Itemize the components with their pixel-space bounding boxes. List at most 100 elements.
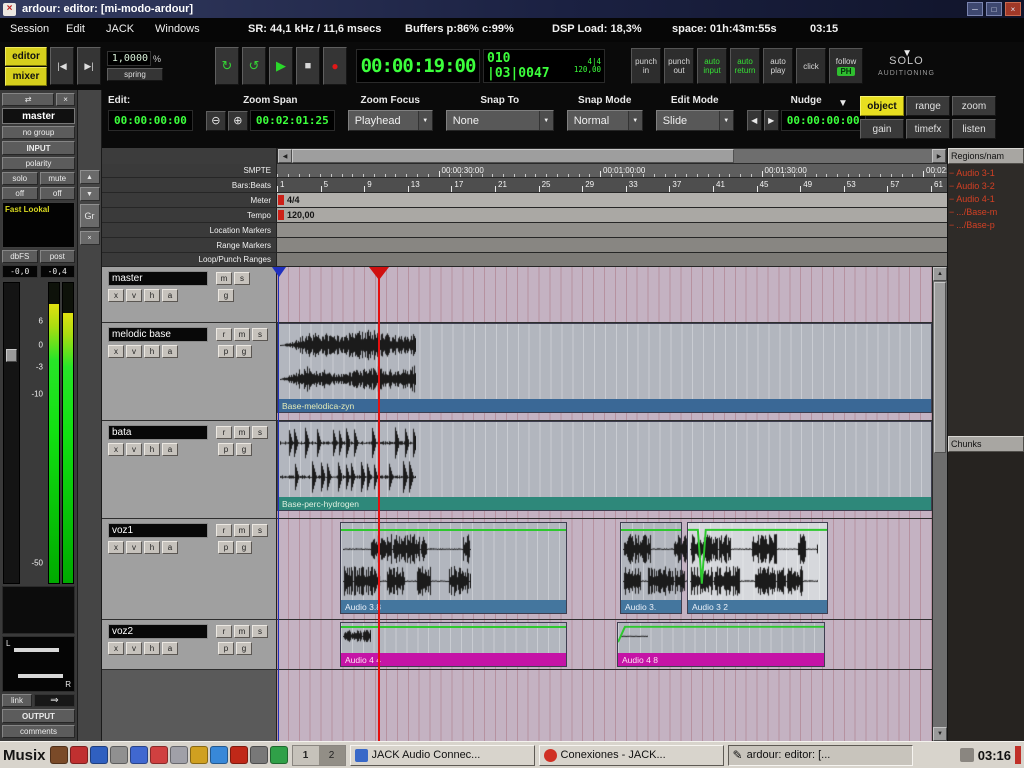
region-base-melodica-zyn[interactable]: Base-melodica-zyn <box>277 323 932 413</box>
track-voz2-rec-button[interactable]: r <box>216 625 232 638</box>
loop-button[interactable]: ↻ <box>215 47 239 85</box>
gain-fader-handle[interactable] <box>6 349 17 362</box>
tray-icon-8[interactable] <box>189 746 208 764</box>
track-master-h-button[interactable]: h <box>144 289 160 302</box>
track-voz2-h-button[interactable]: h <box>144 642 160 655</box>
track-voz1-v-button[interactable]: v <box>126 541 142 554</box>
strip-group-button[interactable]: no group <box>2 126 75 139</box>
loop-punch-label-cell[interactable]: Loop/Punch Ranges <box>102 253 277 266</box>
vscroll-handle[interactable] <box>934 282 946 453</box>
menu-windows[interactable]: Windows <box>155 23 200 35</box>
follow-playhead-button[interactable]: follow PH <box>829 48 863 84</box>
track-bata-canvas[interactable]: Base-perc-hydrogen <box>277 421 932 518</box>
pan-position-bar-right[interactable] <box>18 674 63 678</box>
gain-automation-line[interactable] <box>621 529 681 531</box>
zoom-focus-dropdown[interactable]: Playhead ▼ <box>347 110 433 131</box>
hscroll-left-button[interactable]: ◀ <box>278 149 292 163</box>
tray-icon-2[interactable] <box>69 746 88 764</box>
peak-display[interactable]: -0,4 <box>39 265 75 278</box>
minimize-button[interactable]: ─ <box>967 2 983 16</box>
vertical-scrollbar[interactable]: ▲ ▼ <box>932 267 947 741</box>
tray-icon-11[interactable] <box>249 746 268 764</box>
timefx-tool-button[interactable]: timefx <box>906 119 950 139</box>
toolbar-overflow-chevron-icon[interactable]: ▼ <box>838 98 848 109</box>
region-list-item[interactable]: − .../Base-m <box>949 205 1023 218</box>
horizontal-scrollbar[interactable]: ◀ ▶ <box>277 148 947 164</box>
region-audio-3-8[interactable]: Audio 3.8 <box>340 522 567 614</box>
gain-automation-line[interactable] <box>341 529 566 531</box>
track-melodic-g-button[interactable]: g <box>236 345 252 358</box>
track-master-x-button[interactable]: x <box>108 289 124 302</box>
track-master-solo-button[interactable]: s <box>234 272 250 285</box>
group-close-button[interactable]: × <box>79 231 100 245</box>
region-base-perc-hydrogen[interactable]: Base-perc-hydrogen <box>277 421 932 511</box>
mouse-mode-object-button[interactable]: object <box>860 96 904 116</box>
track-bata-x-button[interactable]: x <box>108 443 124 456</box>
chunks-panel-header[interactable]: Chunks <box>948 436 1024 452</box>
editor-view-button[interactable]: editor <box>5 46 47 66</box>
strip-polarity-button[interactable]: polarity <box>2 157 75 170</box>
listen-tool-button[interactable]: listen <box>952 119 996 139</box>
region-label-bar[interactable]: Base-melodica-zyn <box>278 399 931 412</box>
goto-end-button[interactable]: ▶| <box>77 47 101 85</box>
pan-position-bar-left[interactable] <box>14 648 59 652</box>
loop-punch-ruler[interactable] <box>277 253 947 266</box>
region-list-item[interactable]: − .../Base-p <box>949 218 1023 231</box>
shuttle-speed-display[interactable]: 1,0000 <box>107 51 151 66</box>
strip-output-button[interactable]: OUTPUT <box>2 709 75 723</box>
region-audio-3-2[interactable]: Audio 3 2 <box>687 522 828 614</box>
track-melodic-v-button[interactable]: v <box>126 345 142 358</box>
track-bata-h-button[interactable]: h <box>144 443 160 456</box>
transport-overflow-chevron-icon[interactable]: ▼ <box>902 48 912 59</box>
auto-return-button[interactable]: auto return <box>730 48 760 84</box>
strip-comments-button[interactable]: comments <box>2 725 75 738</box>
track-bata-v-button[interactable]: v <box>126 443 142 456</box>
track-master-g-button[interactable]: g <box>218 289 234 302</box>
stop-button[interactable]: ■ <box>296 47 320 85</box>
edit-point-clock[interactable]: 00:00:00:00 <box>108 110 193 131</box>
strip-post-fader-button[interactable]: off <box>39 187 75 200</box>
session-start-marker[interactable] <box>272 267 286 284</box>
track-voz2-g-button[interactable]: g <box>236 642 252 655</box>
region-audio-4-4[interactable]: Audio 4 4 <box>340 622 567 667</box>
track-melodic-rec-button[interactable]: r <box>216 328 232 341</box>
nudge-backward-button[interactable]: ◀ <box>746 110 762 131</box>
meter-point-button[interactable]: post <box>39 250 75 263</box>
bars-beats-ruler[interactable]: 1 5 9 13 17 21 25 29 33 37 41 45 49 53 57 61 <box>277 178 947 192</box>
tray-icon-6[interactable] <box>149 746 168 764</box>
primary-clock[interactable]: 00:00:19:00 <box>356 49 480 83</box>
region-label-bar[interactable]: Audio 3. <box>621 600 681 613</box>
strip-pre-fader-button[interactable]: off <box>2 187 38 200</box>
taskbar-window-ardour[interactable]: ✎ ardour: editor: [... <box>727 744 913 766</box>
menu-jack[interactable]: JACK <box>106 23 134 35</box>
region-list-item[interactable]: − Audio 4-1 <box>949 192 1023 205</box>
track-bata-g-button[interactable]: g <box>236 443 252 456</box>
playhead-marker[interactable] <box>369 267 389 290</box>
auto-input-button[interactable]: auto input <box>697 48 727 84</box>
musix-logo[interactable]: Musix <box>3 747 46 764</box>
mouse-mode-zoom-button[interactable]: zoom <box>952 96 996 116</box>
track-voz1-h-button[interactable]: h <box>144 541 160 554</box>
play-button[interactable]: ▶ <box>269 47 293 85</box>
track-voz1-g-button[interactable]: g <box>236 541 252 554</box>
tray-icon-1[interactable] <box>49 746 68 764</box>
strip-mute-button[interactable]: mute <box>39 172 75 185</box>
track-melodic-base-controls[interactable]: melodic base r m s x v h a p g <box>102 323 277 420</box>
mixer-view-button[interactable]: mixer <box>5 66 47 86</box>
punch-out-button[interactable]: punch out <box>664 48 694 84</box>
tray-icon-4[interactable] <box>109 746 128 764</box>
tray-icon-10[interactable] <box>229 746 248 764</box>
track-voz2-controls[interactable]: voz2 r m s x v h a p g <box>102 620 277 669</box>
gain-automation-line[interactable] <box>688 523 827 613</box>
vscroll-up-button[interactable]: ▲ <box>933 267 947 281</box>
track-bata-name[interactable]: bata <box>108 425 208 440</box>
meter-marker-flag[interactable] <box>278 195 284 205</box>
track-master-a-button[interactable]: a <box>162 289 178 302</box>
smpte-ruler[interactable]: 00:00:30:00 00:01:00:00 00:01:30:00 00:02:0… <box>277 164 947 177</box>
region-audio-3-b[interactable]: Audio 3. <box>620 522 751 614</box>
track-melodic-a-button[interactable]: a <box>162 345 178 358</box>
strip-width-button[interactable]: ⇄ <box>2 93 55 106</box>
track-melodic-mute-button[interactable]: m <box>234 328 250 341</box>
applet-icon[interactable] <box>959 748 974 762</box>
auto-play-button[interactable]: auto play <box>763 48 793 84</box>
